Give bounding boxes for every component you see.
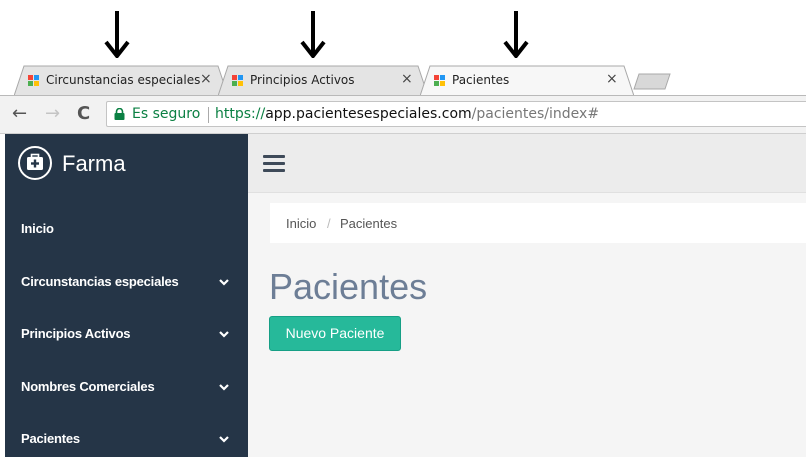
url-path: /pacientes/index#	[471, 106, 600, 122]
back-icon[interactable]: ←	[12, 104, 27, 124]
sidebar-item-label: Nombres Comerciales	[21, 379, 155, 394]
reload-icon[interactable]: C	[77, 104, 90, 124]
chevron-down-icon	[218, 434, 230, 444]
tab-pacientes[interactable]: Pacientes ×	[420, 65, 634, 96]
tab-principios-activos[interactable]: Principios Activos ×	[218, 65, 428, 96]
medkit-icon	[18, 146, 52, 180]
page-title: Pacientes	[269, 266, 428, 307]
sidebar-item-pacientes[interactable]: Pacientes	[5, 424, 248, 454]
sidebar-item-circunstancias[interactable]: Circunstancias especiales	[5, 267, 248, 297]
forward-icon[interactable]: →	[45, 104, 60, 124]
arrow-down-icon	[104, 10, 130, 60]
url-host: app.pacientesespeciales.com	[265, 106, 472, 122]
sidebar-item-label: Pacientes	[21, 431, 80, 446]
tab-strip-border	[0, 95, 806, 96]
arrow-down-icon	[300, 10, 326, 60]
sidebar-item-principios-activos[interactable]: Principios Activos	[5, 319, 248, 349]
breadcrumb-current: Pacientes	[340, 216, 398, 231]
favicon-icon	[232, 75, 244, 87]
lock-icon	[114, 108, 125, 120]
sidebar: Farma Inicio Circunstancias especiales P…	[5, 134, 248, 457]
brand-name: Farma	[62, 151, 126, 176]
new-tab-button[interactable]	[633, 73, 671, 90]
main-content: Inicio / Pacientes Pacientes Nuevo Pacie…	[248, 134, 806, 457]
chevron-down-icon	[218, 277, 230, 287]
top-nav	[248, 134, 806, 193]
secure-label: Es seguro	[132, 106, 201, 122]
tab-title: Circunstancias especiales	[46, 73, 201, 87]
favicon-icon	[28, 75, 40, 87]
sidebar-item-label: Circunstancias especiales	[21, 274, 179, 289]
favicon-icon	[434, 75, 446, 87]
tab-circunstancias[interactable]: Circunstancias especiales ×	[14, 65, 228, 96]
tab-title: Pacientes	[452, 73, 510, 87]
browser-toolbar: ← → C Es seguro https://app.pacientesesp…	[0, 96, 806, 134]
chevron-down-icon	[218, 382, 230, 392]
breadcrumb: Inicio / Pacientes	[270, 203, 806, 243]
close-icon[interactable]: ×	[401, 71, 413, 87]
url-scheme: https://	[215, 106, 266, 122]
chevron-down-icon	[218, 329, 230, 339]
new-patient-button[interactable]: Nuevo Paciente	[269, 316, 401, 351]
sidebar-item-inicio[interactable]: Inicio	[5, 214, 248, 244]
omnibox-divider	[208, 107, 209, 123]
arrow-down-icon	[503, 10, 529, 60]
tab-title: Principios Activos	[250, 73, 355, 87]
breadcrumb-separator: /	[327, 216, 331, 231]
sidebar-item-label: Inicio	[21, 221, 54, 236]
hamburger-icon[interactable]	[263, 155, 285, 173]
sidebar-item-label: Principios Activos	[21, 326, 131, 341]
breadcrumb-inicio[interactable]: Inicio	[286, 216, 316, 231]
url-text: https://app.pacientesespeciales.com/paci…	[215, 106, 599, 122]
close-icon[interactable]: ×	[200, 71, 212, 87]
sidebar-item-nombres-comerciales[interactable]: Nombres Comerciales	[5, 372, 248, 402]
close-icon[interactable]: ×	[606, 71, 618, 87]
address-bar[interactable]: Es seguro https://app.pacientesespeciale…	[106, 101, 806, 127]
